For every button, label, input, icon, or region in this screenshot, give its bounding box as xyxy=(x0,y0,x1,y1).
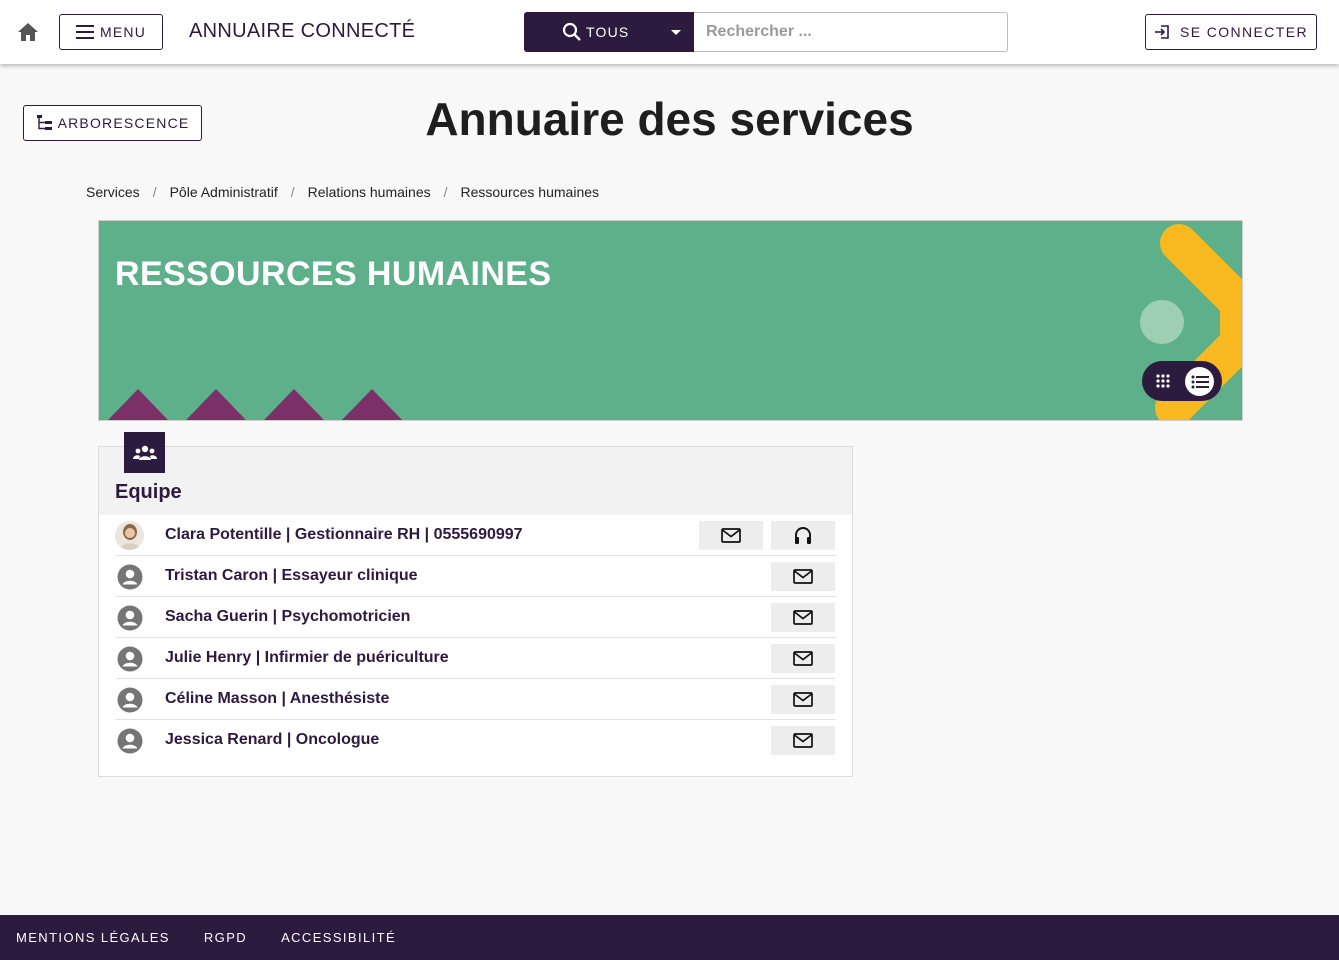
team-card: Equipe Clara Potentille | Gestionnaire R… xyxy=(98,432,853,777)
banner-triangle xyxy=(108,389,168,420)
mail-icon xyxy=(793,651,813,666)
team-member-row: Julie Henry | Infirmier de puériculture xyxy=(115,638,836,679)
breadcrumb: Services / Pôle Administratif / Relation… xyxy=(86,184,599,200)
email-button[interactable] xyxy=(699,521,763,550)
mail-icon xyxy=(793,692,813,707)
member-link[interactable]: Clara Potentille | Gestionnaire RH | 055… xyxy=(165,526,523,544)
mail-icon xyxy=(793,610,813,625)
list-icon xyxy=(1191,375,1209,388)
email-button[interactable] xyxy=(771,685,835,714)
footer-link-rgpd[interactable]: RGPD xyxy=(204,930,247,945)
banner-title: RESSOURCES HUMAINES xyxy=(115,255,552,293)
menu-label: MENU xyxy=(99,24,147,40)
team-member-list: Clara Potentille | Gestionnaire RH | 055… xyxy=(115,515,836,761)
banner-triangle xyxy=(264,389,324,420)
member-link[interactable]: Julie Henry | Infirmier de puériculture xyxy=(165,649,449,667)
tree-view-label: ARBORESCENCE xyxy=(57,115,190,131)
person-icon xyxy=(115,562,144,591)
view-toggle xyxy=(1142,361,1222,401)
team-card-header: Equipe xyxy=(99,432,852,515)
team-member-row: Jessica Renard | Oncologue xyxy=(115,720,836,761)
avatar-photo xyxy=(115,521,144,550)
team-member-row: Céline Masson | Anesthésiste xyxy=(115,679,836,720)
tree-view-button[interactable]: ARBORESCENCE xyxy=(23,105,202,141)
top-bar: MENU ANNUAIRE CONNECTÉ TOUS SE CONNECTER xyxy=(0,0,1339,64)
search-icon xyxy=(562,22,581,41)
mail-icon xyxy=(793,569,813,584)
breadcrumb-item-pole-administratif[interactable]: Pôle Administratif xyxy=(170,184,278,200)
service-banner: RESSOURCES HUMAINES xyxy=(98,220,1243,421)
breadcrumb-item-ressources-humaines[interactable]: Ressources humaines xyxy=(461,184,600,200)
login-button[interactable]: SE CONNECTER xyxy=(1145,14,1317,50)
app-title: ANNUAIRE CONNECTÉ xyxy=(189,20,416,42)
person-icon xyxy=(115,603,144,632)
banner-triangle xyxy=(342,389,402,420)
footer-link-mentions-legales[interactable]: MENTIONS LÉGALES xyxy=(16,930,170,945)
login-label: SE CONNECTER xyxy=(1179,24,1309,40)
team-member-row: Clara Potentille | Gestionnaire RH | 055… xyxy=(115,515,836,556)
headset-icon xyxy=(795,526,811,544)
person-icon xyxy=(115,726,144,755)
team-member-row: Sacha Guerin | Psychomotricien xyxy=(115,597,836,638)
tree-icon xyxy=(36,115,52,130)
breadcrumb-separator: / xyxy=(290,184,295,200)
member-link[interactable]: Jessica Renard | Oncologue xyxy=(165,731,379,749)
login-icon xyxy=(1154,25,1169,39)
email-button[interactable] xyxy=(771,603,835,632)
footer: MENTIONS LÉGALES RGPD ACCESSIBILITÉ xyxy=(0,915,1339,960)
member-link[interactable]: Céline Masson | Anesthésiste xyxy=(165,690,389,708)
footer-link-accessibilite[interactable]: ACCESSIBILITÉ xyxy=(281,930,396,945)
mail-icon xyxy=(793,733,813,748)
hamburger-icon xyxy=(75,25,94,39)
search-scope-label: TOUS xyxy=(586,24,630,40)
team-title: Equipe xyxy=(115,481,182,503)
email-button[interactable] xyxy=(771,644,835,673)
grid-icon xyxy=(1156,374,1170,388)
banner-triangle xyxy=(186,389,246,420)
team-member-row: Tristan Caron | Essayeur clinique xyxy=(115,556,836,597)
email-button[interactable] xyxy=(771,726,835,755)
person-icon xyxy=(115,644,144,673)
group-icon xyxy=(124,432,165,473)
call-button[interactable] xyxy=(771,521,835,550)
breadcrumb-item-relations-humaines[interactable]: Relations humaines xyxy=(308,184,431,200)
person-icon xyxy=(115,685,144,714)
caret-down-icon xyxy=(671,30,681,35)
list-view-button[interactable] xyxy=(1185,367,1214,396)
email-button[interactable] xyxy=(771,562,835,591)
mail-icon xyxy=(721,528,741,543)
grid-view-button[interactable] xyxy=(1150,369,1176,393)
member-link[interactable]: Tristan Caron | Essayeur clinique xyxy=(165,567,418,585)
breadcrumb-item-services[interactable]: Services xyxy=(86,184,140,200)
breadcrumb-separator: / xyxy=(443,184,448,200)
breadcrumb-separator: / xyxy=(152,184,157,200)
search-scope-dropdown[interactable]: TOUS xyxy=(524,12,695,52)
home-icon xyxy=(18,23,38,41)
home-button[interactable] xyxy=(14,18,42,46)
member-link[interactable]: Sacha Guerin | Psychomotricien xyxy=(165,608,410,626)
search-input[interactable] xyxy=(694,12,1008,52)
menu-button[interactable]: MENU xyxy=(59,14,163,50)
